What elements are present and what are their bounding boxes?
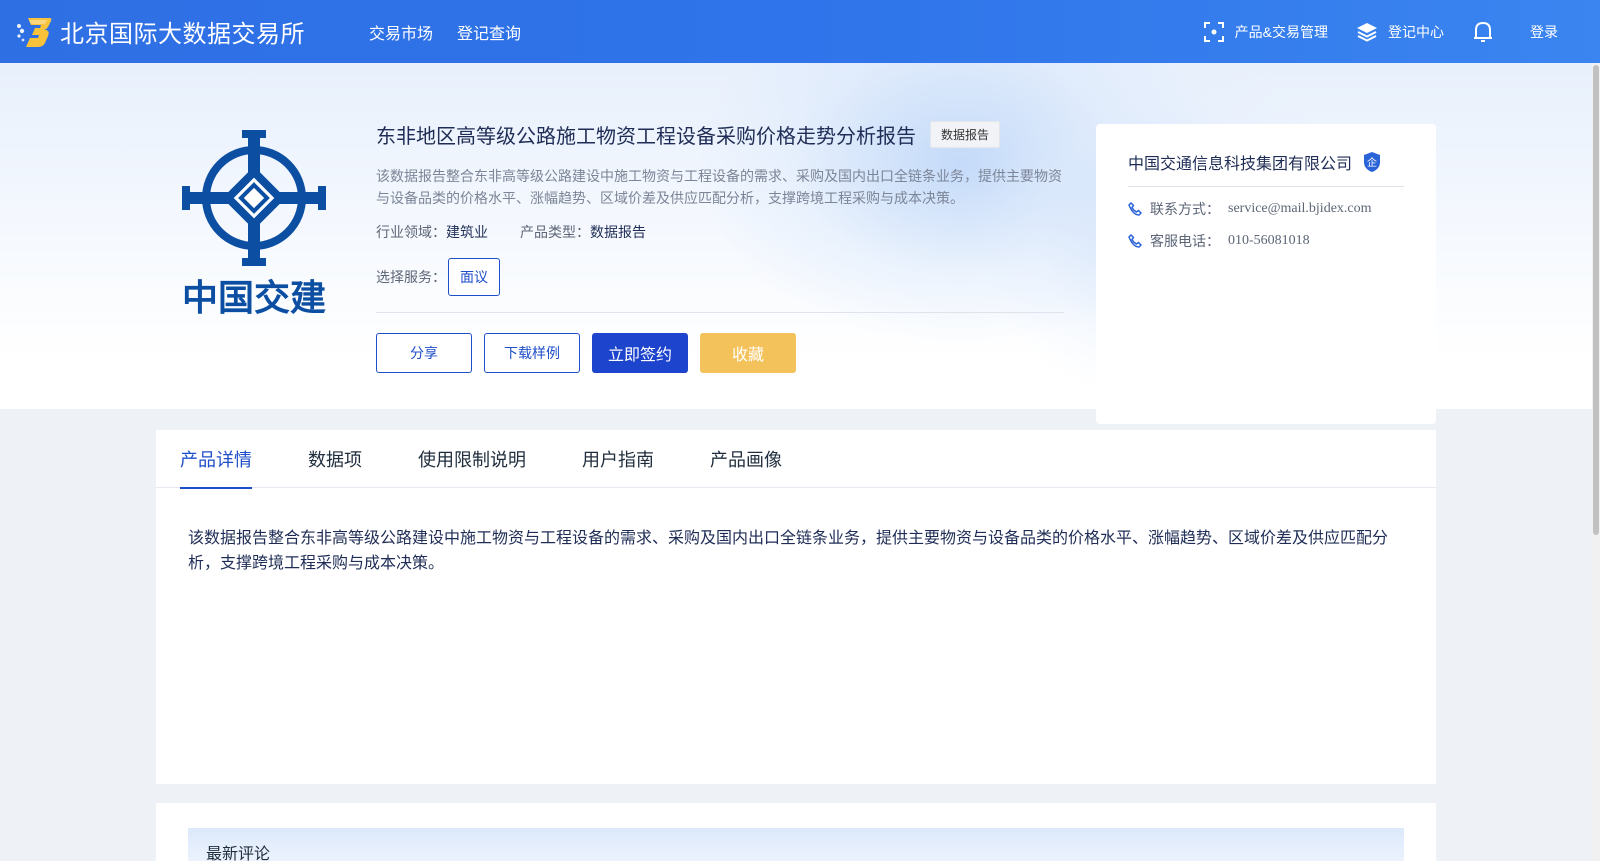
- industry-field: 行业领域：建筑业: [376, 222, 488, 242]
- product-detail-text: 该数据报告整合东非高等级公路建设中施工物资与工程设备的需求、采购及国内出口全链条…: [188, 530, 1389, 572]
- company-card: 中国交通信息科技集团有限公司 企 联系方式： service@mail.bjid…: [1096, 124, 1436, 424]
- comments-title: 最新评论: [188, 828, 1404, 861]
- share-button[interactable]: 分享: [376, 333, 472, 373]
- product-type-field: 产品类型：数据报告: [520, 222, 646, 242]
- nav-link-market[interactable]: 交易市场: [369, 20, 433, 44]
- enterprise-verified-icon: 企: [1364, 152, 1381, 172]
- page-scrollbar[interactable]: [1592, 63, 1600, 861]
- phone-icon: [1128, 202, 1142, 216]
- tab-product-profile[interactable]: 产品画像: [710, 430, 782, 488]
- contact-email-row: 联系方式： service@mail.bjidex.com: [1128, 199, 1404, 219]
- comments-section: 最新评论: [156, 803, 1436, 861]
- registry-center-link[interactable]: 登记中心: [1356, 21, 1444, 43]
- nav-right: 产品&交易管理 登记中心 登录: [1203, 0, 1600, 63]
- nav-link-registry-query[interactable]: 登记查询: [457, 20, 521, 44]
- download-sample-button[interactable]: 下载样例: [484, 333, 580, 373]
- phone-label: 客服电话：: [1150, 233, 1220, 249]
- tab-product-details[interactable]: 产品详情: [180, 430, 252, 489]
- product-provider-logo: 中国交建: [178, 130, 333, 319]
- product-type-tag: 数据报告: [930, 121, 1001, 148]
- ccccltd-logo-icon: 中国交建: [182, 130, 326, 319]
- sign-now-button[interactable]: 立即签约: [592, 333, 688, 373]
- contact-email[interactable]: service@mail.bjidex.com: [1228, 201, 1372, 217]
- provider-logo-text: 中国交建: [182, 277, 326, 315]
- contact-label: 联系方式：: [1150, 201, 1220, 217]
- contact-phone-row: 客服电话： 010-56081018: [1128, 231, 1404, 251]
- product-type-label: 产品类型：: [520, 224, 590, 240]
- detail-tabs: 产品详情 数据项 使用限制说明 用户指南 产品画像: [156, 430, 1436, 489]
- service-option-negotiable[interactable]: 面议: [448, 258, 500, 296]
- divider: [376, 312, 1064, 313]
- product-trade-management-label: 产品&交易管理: [1234, 23, 1328, 40]
- registry-center-label: 登记中心: [1388, 23, 1444, 40]
- industry-value: 建筑业: [446, 224, 488, 240]
- exchange-logo-icon: [17, 17, 52, 47]
- layers-icon: [1357, 22, 1377, 42]
- scan-icon: [1203, 21, 1224, 42]
- industry-label: 行业领域：: [376, 224, 446, 240]
- login-link[interactable]: 登录: [1530, 22, 1558, 42]
- company-name[interactable]: 中国交通信息科技集团有限公司: [1128, 150, 1352, 174]
- product-info: 东非地区高等级公路施工物资工程设备采购价格走势分析报告 数据报告 该数据报告整合…: [376, 120, 1064, 373]
- main-nav: 交易市场 登记查询: [369, 20, 545, 44]
- product-title: 东非地区高等级公路施工物资工程设备采购价格走势分析报告: [376, 126, 916, 148]
- tab-usage-restrictions[interactable]: 使用限制说明: [418, 430, 526, 488]
- site-name: 北京国际大数据交易所: [60, 21, 305, 48]
- action-buttons: 分享 下载样例 立即签约 收藏: [376, 333, 1064, 373]
- top-nav-bar: 北京国际大数据交易所 交易市场 登记查询 产品&交易管理 登记中心 登录: [0, 0, 1600, 63]
- scrollbar-thumb[interactable]: [1593, 65, 1599, 535]
- phone-icon: [1128, 234, 1142, 248]
- notifications-button[interactable]: [1472, 20, 1494, 44]
- tab-user-guide[interactable]: 用户指南: [582, 430, 654, 488]
- product-description: 该数据报告整合东非高等级公路建设中施工物资与工程设备的需求、采购及国内出口全链条…: [376, 168, 1062, 206]
- site-logo[interactable]: 北京国际大数据交易所: [16, 14, 305, 49]
- product-meta: 行业领域：建筑业 产品类型：数据报告: [376, 222, 1064, 242]
- contact-phone: 010-56081018: [1228, 233, 1310, 248]
- favorite-button[interactable]: 收藏: [700, 333, 796, 373]
- tab-data-items[interactable]: 数据项: [308, 430, 362, 488]
- bell-icon: [1474, 21, 1492, 42]
- service-selector: 选择服务： 面议: [376, 258, 1064, 296]
- product-detail-panel: 产品详情 数据项 使用限制说明 用户指南 产品画像 该数据报告整合东非高等级公路…: [156, 430, 1436, 784]
- product-trade-management-link[interactable]: 产品&交易管理: [1203, 21, 1328, 43]
- product-type-value: 数据报告: [590, 224, 646, 240]
- enterprise-badge-text: 企: [1367, 156, 1377, 169]
- service-label: 选择服务：: [376, 269, 446, 285]
